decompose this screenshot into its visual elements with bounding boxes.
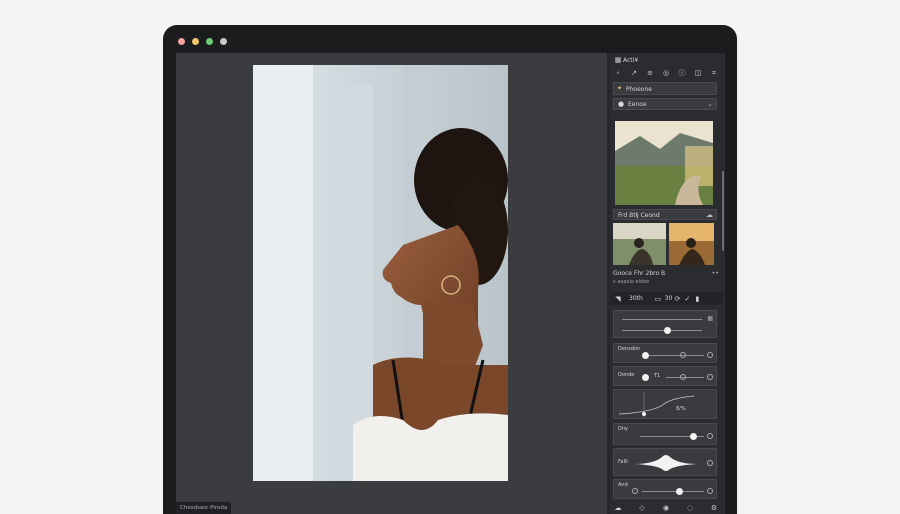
slider-and-knob[interactable] xyxy=(676,488,683,495)
adjustments-panel: ▦ Acti¥ ‹ ↗ ≡ ◎ ⓘ ◫ ⌗ ✦ Phoeone ● Eenoe … xyxy=(610,53,725,514)
reset-icon[interactable] xyxy=(707,488,713,494)
slider-dny-knob[interactable] xyxy=(690,433,697,440)
tool-label: 30th xyxy=(629,295,643,302)
slider-and: And xyxy=(613,479,717,499)
preset-info: Gooce Fhr 2bro B ‣‣ xyxy=(613,269,719,278)
cloud-icon: ☁ xyxy=(706,211,713,219)
slider-donde-knob[interactable] xyxy=(642,374,649,381)
slider-knob-b[interactable] xyxy=(664,327,671,334)
preset-subtitle: s aaaoio eldoe xyxy=(613,278,650,285)
info-icon[interactable]: ⓘ xyxy=(677,68,687,78)
curve-graph xyxy=(618,392,695,418)
slider-densdon-knob[interactable] xyxy=(642,352,649,359)
more-icon[interactable]: ‣‣ xyxy=(712,270,719,277)
tag-icon[interactable]: ◇ xyxy=(637,504,647,512)
thumb-rider-1[interactable] xyxy=(613,223,666,265)
preset-title: Gooce Fhr 2bro B xyxy=(613,270,666,277)
preset-dropdown[interactable]: ● Eenoe ⌄ xyxy=(613,98,717,110)
panel-title: Acti¥ xyxy=(623,56,639,64)
slider-densdon-track[interactable] xyxy=(644,355,704,356)
eye-icon[interactable]: ◉ xyxy=(661,504,671,512)
window-titlebar xyxy=(163,25,737,53)
slider-and-start[interactable] xyxy=(632,488,638,494)
slider-densdon-marker[interactable] xyxy=(680,352,686,358)
share-icon[interactable]: ↗ xyxy=(629,69,639,77)
slider-donde-label: Donde xyxy=(618,372,635,378)
dropdown-icon: ● xyxy=(618,100,625,108)
panel-menu-icon[interactable]: ▦ xyxy=(613,56,623,64)
check-icon[interactable]: ✓ xyxy=(682,295,692,303)
photo-canvas[interactable]: Chesdsasr Piroda xyxy=(176,53,607,514)
compare-icon[interactable]: ◫ xyxy=(693,69,703,77)
slider-group-1: ▦ xyxy=(613,310,717,338)
back-icon[interactable]: ‹ xyxy=(613,69,623,77)
trash-icon[interactable]: ▮ xyxy=(692,295,702,303)
slider-faill: FaIll xyxy=(613,448,717,476)
thumb-rider-1-image xyxy=(613,223,666,265)
curve-value: 8/% xyxy=(676,406,686,412)
portrait-image xyxy=(253,65,508,481)
slider-donde-value: T1 xyxy=(654,373,661,379)
extra-window-button[interactable] xyxy=(220,38,227,45)
adjust-icon[interactable]: ◎ xyxy=(661,69,671,77)
section-title: Phoeone xyxy=(626,86,652,93)
slider-donde: Donde T1 xyxy=(613,366,717,386)
minimize-button[interactable] xyxy=(192,38,199,45)
star-icon: ✦ xyxy=(617,85,623,92)
slider-densdon: Densdon xyxy=(613,343,717,363)
panel-toolbar: ‹ ↗ ≡ ◎ ⓘ ◫ ⌗ xyxy=(613,67,719,79)
album-row[interactable]: Frd Bt§ Ceond ☁ xyxy=(613,209,717,220)
reset-icon[interactable] xyxy=(707,352,713,358)
slider-track-a[interactable] xyxy=(622,319,702,320)
brush-icon[interactable]: ◥ xyxy=(613,295,623,303)
reset-icon[interactable] xyxy=(707,374,713,380)
slider-faill-label: FaIll xyxy=(618,459,628,465)
status-bar: Chesdsasr Piroda xyxy=(176,502,232,514)
rotate-icon[interactable]: ⟳ xyxy=(672,295,682,303)
portrait-photo[interactable] xyxy=(253,65,508,481)
tool-bar: ◥ 30th ▭ 30 ⟳ ✓ ▮ xyxy=(610,292,723,305)
bottom-toolbar: ☁ ◇ ◉ ◌ ⚙ xyxy=(613,502,719,513)
rect-icon[interactable]: ▭ xyxy=(653,295,663,303)
crop-icon[interactable]: ⌗ xyxy=(709,69,719,78)
cloud-icon[interactable]: ☁ xyxy=(613,504,623,512)
sync-icon[interactable]: ◌ xyxy=(685,504,695,512)
layers-icon[interactable]: ≡ xyxy=(645,69,655,77)
chevron-down-icon: ⌄ xyxy=(707,100,713,108)
reset-icon[interactable] xyxy=(707,433,713,439)
thumb-rider-2[interactable] xyxy=(669,223,714,265)
landscape-thumbnail[interactable] xyxy=(615,121,713,205)
tool-value: 30 xyxy=(664,295,673,302)
settings-icon[interactable]: ⚙ xyxy=(709,504,719,512)
landscape-image xyxy=(615,121,713,205)
dropdown-value: Eenoe xyxy=(628,101,647,108)
slider-track-b[interactable] xyxy=(622,330,702,331)
grid-icon[interactable]: ▦ xyxy=(707,315,713,322)
panel-title-row: ▦ Acti¥ xyxy=(613,55,719,65)
app-screen: Chesdsasr Piroda ▦ Acti¥ ‹ ↗ ≡ ◎ ⓘ ◫ ⌗ ✦… xyxy=(176,53,725,514)
slider-donde-marker[interactable] xyxy=(680,374,686,380)
slider-dny-label: Dny xyxy=(618,426,628,432)
thumb-rider-2-image xyxy=(669,223,714,265)
slider-and-label: And xyxy=(618,482,628,488)
close-button[interactable] xyxy=(178,38,185,45)
slider-dny: Dny xyxy=(613,423,717,445)
preset-sub-row: s aaaoio eldoe xyxy=(613,278,719,285)
zoom-button[interactable] xyxy=(206,38,213,45)
status-text: Chesdsasr Piroda xyxy=(180,505,228,511)
section-header[interactable]: ✦ Phoeone xyxy=(613,82,717,95)
histogram-graph[interactable] xyxy=(614,449,718,477)
curve-editor[interactable]: 8/% xyxy=(613,389,717,419)
slider-and-track[interactable] xyxy=(642,491,704,492)
reset-icon[interactable] xyxy=(707,460,713,466)
slider-densdon-label: Densdon xyxy=(618,346,641,352)
panel-scrollbar[interactable] xyxy=(722,171,724,251)
album-label: Frd Bt§ Ceond xyxy=(618,212,660,219)
laptop-frame: Chesdsasr Piroda ▦ Acti¥ ‹ ↗ ≡ ◎ ⓘ ◫ ⌗ ✦… xyxy=(163,25,737,514)
